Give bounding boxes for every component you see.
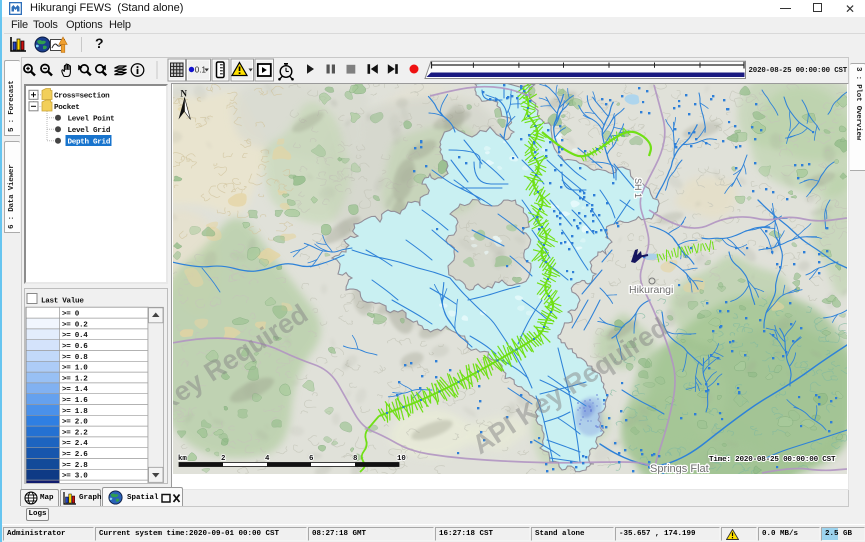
svg-text:>= 0.2: >= 0.2 bbox=[62, 321, 88, 329]
svg-text:Time: 2020-08-25 00:00:00 CST: Time: 2020-08-25 00:00:00 CST bbox=[709, 456, 836, 464]
svg-text:2: 2 bbox=[221, 455, 225, 463]
svg-text:>= 1.8: >= 1.8 bbox=[62, 408, 88, 416]
svg-text:>= 2.6: >= 2.6 bbox=[62, 451, 88, 459]
svg-text:6: 6 bbox=[309, 455, 314, 463]
svg-text:0.1: 0.1 bbox=[195, 66, 207, 75]
svg-text:Level Point: Level Point bbox=[68, 116, 115, 124]
svg-text:>= 2.2: >= 2.2 bbox=[62, 429, 88, 437]
svg-text:SH 1: SH 1 bbox=[633, 178, 643, 198]
svg-text:>= 2.8: >= 2.8 bbox=[62, 462, 88, 470]
svg-text:km: km bbox=[178, 455, 187, 463]
svg-text:>= 3.0: >= 3.0 bbox=[62, 473, 88, 481]
svg-text:Hikurangi: Hikurangi bbox=[629, 284, 673, 296]
svg-text:Pocket: Pocket bbox=[54, 104, 80, 112]
svg-text:Cross=section: Cross=section bbox=[54, 93, 110, 101]
svg-text:>= 1.6: >= 1.6 bbox=[62, 397, 88, 405]
svg-text:>= 0.4: >= 0.4 bbox=[62, 332, 88, 340]
svg-text:Depth Grid: Depth Grid bbox=[68, 139, 111, 147]
svg-text:10: 10 bbox=[397, 455, 406, 463]
svg-text:>= 1.0: >= 1.0 bbox=[62, 365, 88, 373]
svg-text:N: N bbox=[181, 89, 188, 99]
svg-text:>= 2.4: >= 2.4 bbox=[62, 440, 88, 448]
svg-text:>= 2.0: >= 2.0 bbox=[62, 419, 88, 427]
svg-text:Level Grid: Level Grid bbox=[68, 127, 111, 135]
svg-text:Springs Flat: Springs Flat bbox=[650, 463, 709, 474]
svg-text:>= 0.8: >= 0.8 bbox=[62, 354, 88, 362]
svg-text:>= 0: >= 0 bbox=[62, 311, 80, 319]
svg-text:4: 4 bbox=[265, 455, 270, 463]
svg-text:>= 1.4: >= 1.4 bbox=[62, 386, 88, 394]
svg-text:Last Value: Last Value bbox=[41, 298, 84, 306]
svg-text:2020-08-25 00:00:00 CST: 2020-08-25 00:00:00 CST bbox=[749, 67, 848, 75]
svg-text:8: 8 bbox=[353, 455, 358, 463]
svg-text:>= 1.2: >= 1.2 bbox=[62, 375, 88, 383]
svg-text:>= 0.6: >= 0.6 bbox=[62, 343, 88, 351]
